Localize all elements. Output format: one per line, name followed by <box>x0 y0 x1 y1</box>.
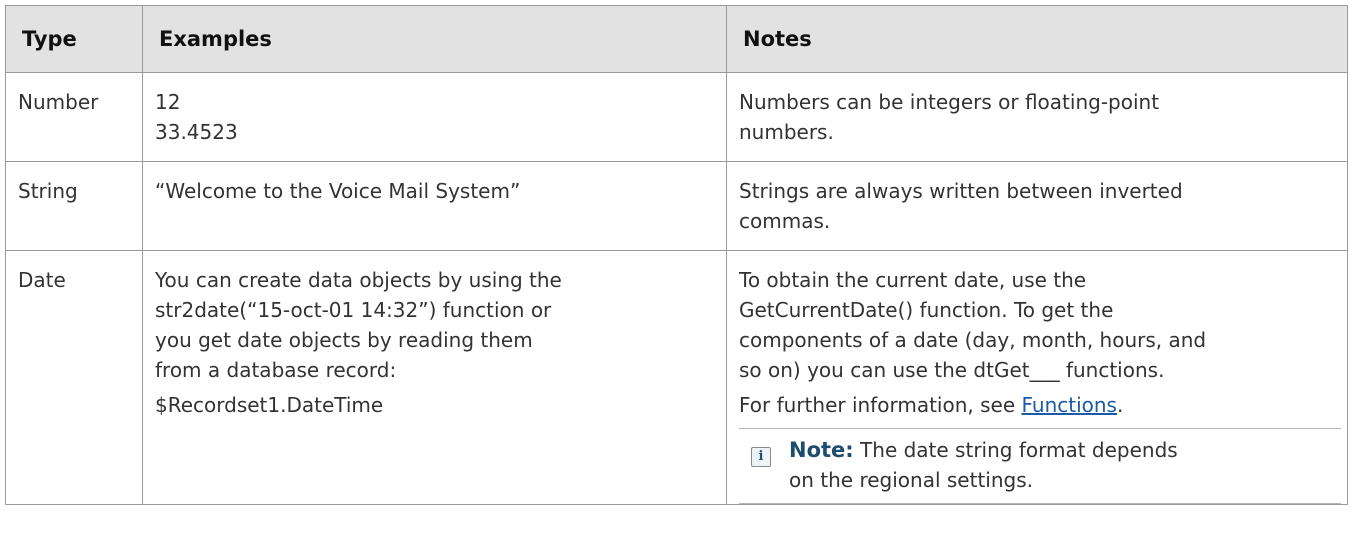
notes-line: Strings are always written between inver… <box>739 179 1183 203</box>
further-info-text: For further information, see <box>739 393 1022 417</box>
example-line: 12 <box>155 90 181 114</box>
note-label: Note: <box>789 438 854 462</box>
header-type: Type <box>5 5 143 73</box>
table-header-row: Type Examples Notes <box>5 5 1348 73</box>
type-cell: Number <box>5 72 143 162</box>
example-line: “Welcome to the Voice Mail System” <box>155 179 521 203</box>
example-line: from a database record: <box>155 358 397 382</box>
notes-line: To obtain the current date, use the <box>739 268 1087 292</box>
table-row-date: Date You can create data objects by usin… <box>5 250 1348 505</box>
notes-paragraph: To obtain the current date, use the GetC… <box>739 265 1335 385</box>
example-line: You can create data objects by using the <box>155 268 562 292</box>
note-callout: i Note: The date string format depends o… <box>739 428 1341 504</box>
notes-cell: To obtain the current date, use the GetC… <box>726 250 1348 505</box>
further-info-period: . <box>1116 393 1124 417</box>
notes-line: numbers. <box>739 120 834 144</box>
notes-line: components of a date (day, month, hours,… <box>739 328 1207 352</box>
header-examples: Examples <box>142 5 727 73</box>
functions-link[interactable]: Functions <box>1021 393 1117 417</box>
data-types-table: Type Examples Notes Number 12 33.4523 Nu… <box>5 5 1348 505</box>
note-text: The date string format depends <box>853 438 1178 462</box>
example-line: $Recordset1.DateTime <box>155 393 384 417</box>
note-line: on the regional settings. <box>789 468 1033 492</box>
notes-line: Numbers can be integers or floating-poin… <box>739 90 1160 114</box>
type-cell: Date <box>5 250 143 505</box>
examples-cell: 12 33.4523 <box>142 72 727 162</box>
notes-line: commas. <box>739 209 831 233</box>
note-line: Note: The date string format depends <box>789 435 1178 465</box>
notes-cell: Numbers can be integers or floating-poin… <box>726 72 1348 162</box>
header-notes: Notes <box>726 5 1348 73</box>
example-line: 33.4523 <box>155 120 238 144</box>
table-row-number: Number 12 33.4523 Numbers can be integer… <box>5 72 1348 162</box>
type-cell: String <box>5 161 143 251</box>
note-body: Note: The date string format depends on … <box>789 435 1178 495</box>
examples-cell: “Welcome to the Voice Mail System” <box>142 161 727 251</box>
examples-cell: You can create data objects by using the… <box>142 250 727 505</box>
info-icon: i <box>751 447 771 467</box>
example-line: str2date(“15-oct-01 14:32”) function or <box>155 298 552 322</box>
table-row-string: String “Welcome to the Voice Mail System… <box>5 161 1348 251</box>
example-line: you get date objects by reading them <box>155 328 533 352</box>
notes-line: so on) you can use the dtGet___ function… <box>739 358 1165 382</box>
further-info-paragraph: For further information, see Functions. <box>739 390 1335 420</box>
notes-line: GetCurrentDate() function. To get the <box>739 298 1114 322</box>
notes-cell: Strings are always written between inver… <box>726 161 1348 251</box>
